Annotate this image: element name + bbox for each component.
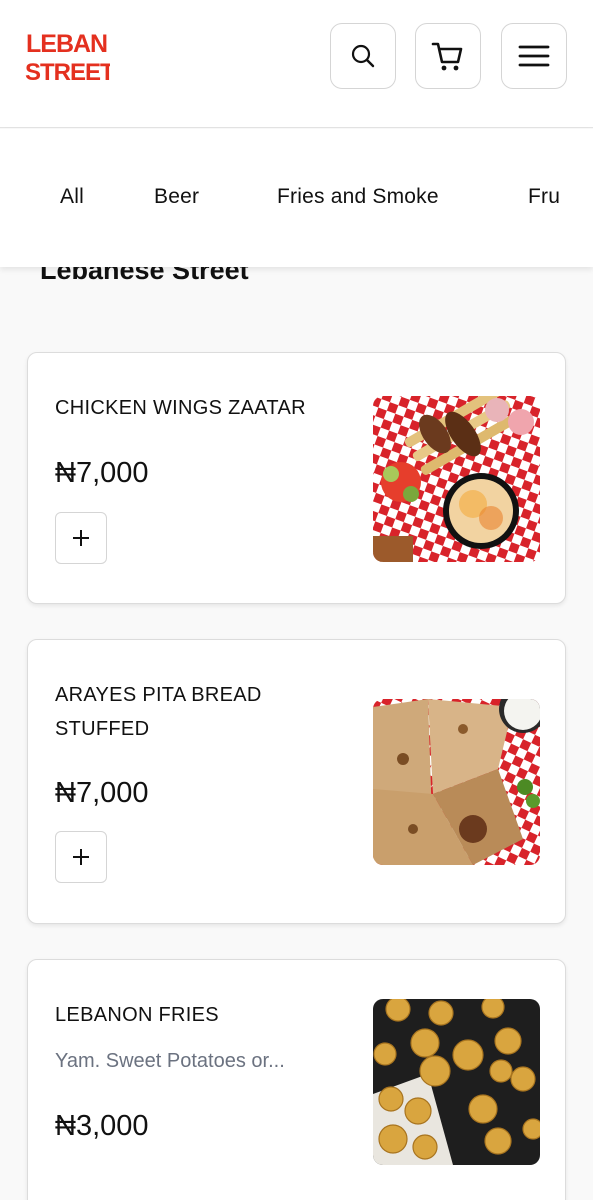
logo-text-top: LEBAN — [26, 30, 107, 58]
product-card[interactable]: LEBANON FRIES Yam. Sweet Potatoes or... … — [27, 959, 566, 1200]
category-tabs: All Beer Fries and Smoke Fru — [0, 129, 593, 267]
cart-icon — [431, 42, 463, 71]
product-name: ARAYES PITA BREAD STUFFED — [55, 684, 262, 740]
plus-icon — [73, 530, 89, 546]
search-icon — [351, 44, 375, 68]
category-tab-beer[interactable]: Beer — [154, 185, 199, 209]
cart-button[interactable] — [415, 23, 481, 89]
brand-logo[interactable]: LEBAN STREET — [24, 28, 110, 84]
category-tab-fries-and-smoke[interactable]: Fries and Smoke — [277, 185, 439, 209]
product-card[interactable]: ARAYES PITA BREAD STUFFED ₦7,000 — [27, 639, 566, 924]
product-price: ₦3,000 — [55, 1110, 149, 1142]
product-price: ₦7,000 — [55, 777, 149, 809]
app-header: LEBAN STREET — [0, 0, 593, 128]
category-tab-fru[interactable]: Fru — [528, 185, 560, 209]
hamburger-menu-icon — [518, 45, 550, 67]
add-to-cart-button[interactable] — [55, 512, 107, 564]
search-button[interactable] — [330, 23, 396, 89]
product-image[interactable] — [373, 699, 540, 865]
product-name: LEBANON FRIES — [55, 1004, 219, 1026]
plus-icon — [73, 849, 89, 865]
product-image[interactable] — [373, 396, 540, 562]
logo-text-bottom: STREET — [25, 59, 110, 84]
category-tab-all[interactable]: All — [60, 185, 84, 209]
product-price: ₦7,000 — [55, 457, 149, 489]
product-description: Yam. Sweet Potatoes or... — [55, 1050, 285, 1072]
menu-button[interactable] — [501, 23, 567, 89]
add-to-cart-button[interactable] — [55, 831, 107, 883]
product-image[interactable] — [373, 999, 540, 1165]
product-card[interactable]: CHICKEN WINGS ZAATAR ₦7,000 — [27, 352, 566, 604]
product-name: CHICKEN WINGS ZAATAR — [55, 397, 306, 419]
